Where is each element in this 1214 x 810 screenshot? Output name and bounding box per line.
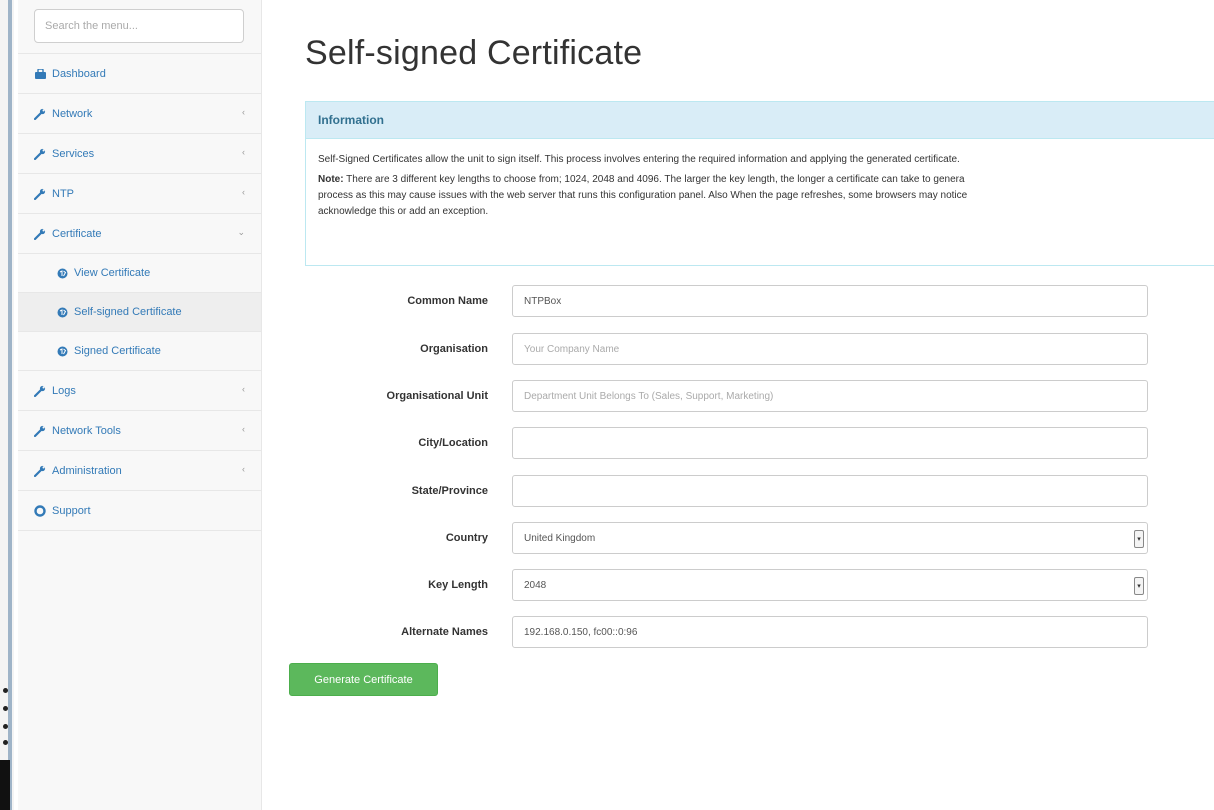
wrench-icon xyxy=(33,425,47,437)
sidebar-item-label: Network xyxy=(52,107,93,120)
sidebar-item-label: Support xyxy=(52,504,91,517)
info-note: Note: There are 3 different key lengths … xyxy=(318,172,1202,220)
form-row-alt-names: Alternate Names xyxy=(305,616,1150,648)
sidebar-item-label: Certificate xyxy=(52,227,102,240)
wrench-icon xyxy=(33,188,47,200)
info-panel-body: Self-Signed Certificates allow the unit … xyxy=(306,139,1214,220)
form-row-city: City/Location xyxy=(305,427,1150,459)
country-select-value: United Kingdom xyxy=(524,532,596,544)
sidebar-item-label: Self-signed Certificate xyxy=(74,306,182,318)
sidebar-item-label: Services xyxy=(52,147,95,160)
select-arrow-icon[interactable]: ▾ xyxy=(1134,530,1144,548)
sidebar-item-label: View Certificate xyxy=(74,267,151,279)
alt-names-input[interactable] xyxy=(512,616,1148,648)
sidebar-item-dashboard[interactable]: Dashboard xyxy=(18,54,261,94)
sidebar-item-view-certificate[interactable]: View Certificate xyxy=(18,254,261,293)
sidebar-item-label: NTP xyxy=(52,187,74,200)
sidebar-item-administration[interactable]: Administration ‹ xyxy=(18,451,261,491)
sidebar-item-ntp[interactable]: NTP ‹ xyxy=(18,174,261,214)
sidebar-item-signed-certificate[interactable]: Signed Certificate xyxy=(18,332,261,371)
edge-mark xyxy=(3,706,8,711)
form-row-country: Country United Kingdom ▾ xyxy=(305,522,1150,554)
form-row-common-name: Common Name xyxy=(305,285,1150,317)
chevron-down-icon: ⌄ xyxy=(237,227,245,237)
page-title: Self-signed Certificate xyxy=(305,34,643,72)
country-label: Country xyxy=(445,532,488,544)
note-text: process as this may cause issues with th… xyxy=(318,190,968,201)
search-menu-input[interactable] xyxy=(34,9,244,43)
wrench-icon xyxy=(33,108,47,120)
key-length-select-value: 2048 xyxy=(524,579,547,591)
form-row-state: State/Province xyxy=(305,475,1150,507)
window-edge xyxy=(0,0,14,810)
dashboard-icon xyxy=(33,68,47,79)
chevron-left-icon: ‹ xyxy=(242,464,245,474)
wrench-icon xyxy=(33,148,47,160)
sidebar-item-label: Dashboard xyxy=(52,67,106,80)
info-panel-heading: Information xyxy=(306,102,1214,139)
wrench-icon xyxy=(33,385,47,397)
sidebar-item-logs[interactable]: Logs ‹ xyxy=(18,371,261,411)
note-text: acknowledge this or add an exception. xyxy=(318,206,489,217)
info-text: Self-Signed Certificates allow the unit … xyxy=(318,154,960,165)
key-length-select[interactable]: 2048 ▾ xyxy=(512,569,1148,601)
sidebar-item-self-signed-certificate[interactable]: Self-signed Certificate xyxy=(18,293,261,332)
city-input[interactable] xyxy=(512,427,1148,459)
chevron-left-icon: ‹ xyxy=(242,187,245,197)
support-icon xyxy=(33,504,47,517)
sidebar-item-network[interactable]: Network ‹ xyxy=(18,94,261,134)
common-name-label: Common Name xyxy=(407,295,488,307)
organisation-input[interactable] xyxy=(512,333,1148,365)
alt-names-label: Alternate Names xyxy=(401,626,488,638)
form-row-key-length: Key Length 2048 ▾ xyxy=(305,569,1150,601)
chevron-left-icon: ‹ xyxy=(242,107,245,117)
sidebar-item-label: Network Tools xyxy=(52,424,121,437)
wrench-icon xyxy=(33,228,47,240)
country-select[interactable]: United Kingdom ▾ xyxy=(512,522,1148,554)
sidebar-item-label: Administration xyxy=(52,464,122,477)
sidebar-item-label: Logs xyxy=(52,384,76,397)
sidebar-item-network-tools[interactable]: Network Tools ‹ xyxy=(18,411,261,451)
common-name-input[interactable] xyxy=(512,285,1148,317)
chevron-left-icon: ‹ xyxy=(242,147,245,157)
generate-certificate-button[interactable]: Generate Certificate xyxy=(289,663,438,696)
sidebar-item-support[interactable]: Support xyxy=(18,491,261,531)
chevron-left-icon: ‹ xyxy=(242,424,245,434)
form-row-org-unit: Organisational Unit xyxy=(305,380,1150,412)
key-length-label: Key Length xyxy=(428,579,488,591)
city-label: City/Location xyxy=(418,437,488,449)
state-label: State/Province xyxy=(411,485,488,497)
info-panel: Information Self-Signed Certificates all… xyxy=(305,101,1214,266)
note-label: Note: xyxy=(318,174,344,185)
chevron-left-icon: ‹ xyxy=(242,384,245,394)
select-arrow-icon[interactable]: ▾ xyxy=(1134,577,1144,595)
sidebar-item-label: Signed Certificate xyxy=(74,345,161,357)
edge-dark-block xyxy=(0,760,10,810)
sidebar-search-wrap xyxy=(18,0,261,54)
window-edge-bar xyxy=(8,0,12,810)
certificate-icon xyxy=(55,307,69,318)
certificate-icon xyxy=(55,346,69,357)
sidebar: Dashboard Network ‹ Services ‹ NTP ‹ Cer… xyxy=(18,0,262,810)
edge-mark xyxy=(3,688,8,693)
wrench-icon xyxy=(33,465,47,477)
form-row-organisation: Organisation xyxy=(305,333,1150,365)
state-input[interactable] xyxy=(512,475,1148,507)
sidebar-item-certificate[interactable]: Certificate ⌄ xyxy=(18,214,261,254)
note-text: There are 3 different key lengths to cho… xyxy=(343,174,965,185)
org-unit-input[interactable] xyxy=(512,380,1148,412)
edge-mark xyxy=(3,740,8,745)
sidebar-item-services[interactable]: Services ‹ xyxy=(18,134,261,174)
edge-mark xyxy=(3,724,8,729)
organisation-label: Organisation xyxy=(420,343,488,355)
org-unit-label: Organisational Unit xyxy=(386,390,488,402)
certificate-icon xyxy=(55,268,69,279)
